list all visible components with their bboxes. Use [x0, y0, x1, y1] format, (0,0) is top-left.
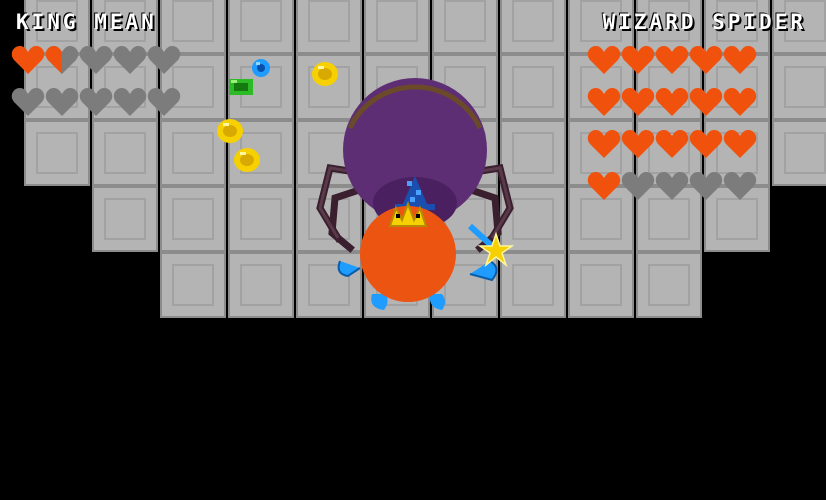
heart-full-icon	[655, 86, 689, 118]
coin-icon	[217, 119, 243, 143]
player-name: KING MEAN	[16, 10, 157, 34]
heart-empty-icon	[45, 86, 79, 118]
floor-tile	[92, 120, 158, 186]
heart-full-icon	[621, 44, 655, 76]
heart-full-icon	[723, 86, 757, 118]
heart-full-icon	[689, 86, 723, 118]
heart-full-icon	[655, 128, 689, 160]
floor-tile	[432, 0, 498, 54]
heart-full-icon	[689, 44, 723, 76]
game-stage: KING MEAN WIZARD SPIDER	[0, 0, 826, 500]
heart-full-icon	[621, 128, 655, 160]
heart-empty-icon	[11, 86, 45, 118]
king-mean-sprite	[337, 201, 515, 310]
heart-empty-icon	[723, 170, 757, 202]
floor-tile	[296, 0, 362, 54]
heart-empty-icon	[147, 86, 181, 118]
heart-empty-icon	[113, 44, 147, 76]
heart-full-icon	[587, 170, 621, 202]
heart-empty-icon	[113, 86, 147, 118]
floor-tile	[24, 120, 90, 186]
floor-tile	[636, 252, 702, 318]
heart-half-icon	[45, 44, 79, 76]
heart-empty-icon	[147, 44, 181, 76]
floor-tile	[568, 252, 634, 318]
heart-full-icon	[723, 44, 757, 76]
floor-tile	[160, 186, 226, 252]
floor-tile	[500, 0, 566, 54]
floor-tile	[92, 186, 158, 252]
gem-blue-icon	[252, 59, 270, 77]
boss-name: WIZARD SPIDER	[602, 10, 806, 34]
gem-green-icon	[229, 79, 253, 95]
heart-full-icon	[587, 44, 621, 76]
floor-tile	[772, 54, 826, 120]
heart-full-icon	[587, 86, 621, 118]
heart-full-icon	[587, 128, 621, 160]
floor-tile	[772, 120, 826, 186]
heart-empty-icon	[621, 170, 655, 202]
coin-icon	[234, 148, 260, 172]
heart-full-icon	[655, 44, 689, 76]
floor-tile	[228, 0, 294, 54]
heart-full-icon	[689, 128, 723, 160]
heart-full-icon	[621, 86, 655, 118]
heart-full-icon	[723, 128, 757, 160]
floor-tile	[160, 252, 226, 318]
floor-tile	[364, 0, 430, 54]
floor-tile	[228, 186, 294, 252]
heart-empty-icon	[79, 86, 113, 118]
heart-empty-icon	[655, 170, 689, 202]
heart-empty-icon	[689, 170, 723, 202]
floor-tile	[228, 252, 294, 318]
heart-empty-icon	[79, 44, 113, 76]
heart-full-icon	[11, 44, 45, 76]
